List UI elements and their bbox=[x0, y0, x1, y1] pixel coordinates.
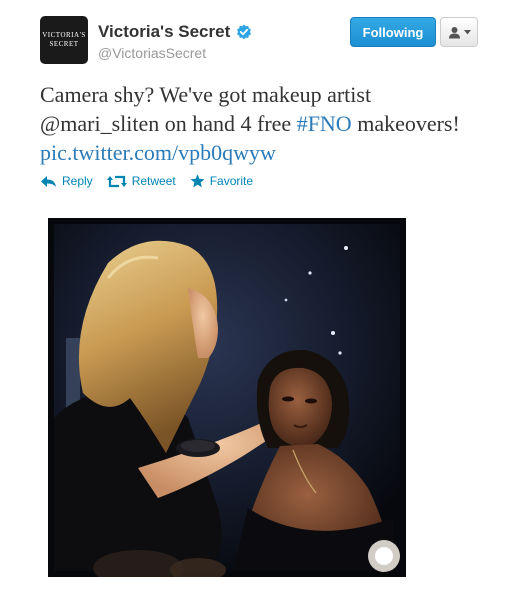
verified-badge-icon bbox=[237, 24, 252, 40]
chevron-down-icon bbox=[463, 29, 471, 34]
star-icon bbox=[190, 174, 205, 188]
avatar-logo-line-2: SECRET bbox=[49, 40, 79, 48]
reply-button[interactable]: Reply bbox=[40, 174, 93, 188]
avatar-logo-line-1: VICTORIA'S bbox=[42, 31, 86, 39]
user-handle[interactable]: @VictoriasSecret bbox=[98, 45, 206, 61]
user-icon bbox=[448, 26, 460, 38]
hashtag-link[interactable]: #FNO bbox=[297, 111, 352, 136]
retweet-label: Retweet bbox=[131, 174, 176, 188]
tweet-text: Camera shy? We've got makeup artist @mar… bbox=[40, 80, 480, 167]
tweet-photo[interactable] bbox=[48, 218, 406, 577]
avatar[interactable]: VICTORIA'S SECRET bbox=[40, 16, 88, 64]
retweet-button[interactable]: Retweet bbox=[106, 174, 176, 188]
reply-icon bbox=[41, 175, 56, 187]
tweet-actions: Reply Retweet Favorite bbox=[40, 174, 253, 188]
favorite-button[interactable]: Favorite bbox=[190, 174, 253, 188]
media-link[interactable]: pic.twitter.com/vpb0qwyw bbox=[40, 140, 276, 165]
reply-label: Reply bbox=[62, 174, 93, 188]
retweet-icon bbox=[106, 175, 127, 187]
user-name[interactable]: Victoria's Secret bbox=[98, 22, 252, 42]
following-button[interactable]: Following bbox=[350, 17, 436, 47]
favorite-label: Favorite bbox=[209, 174, 254, 188]
tweet-text-part-2: makeovers! bbox=[351, 111, 460, 136]
user-actions-button[interactable] bbox=[440, 17, 478, 47]
user-name-text[interactable]: Victoria's Secret bbox=[98, 22, 230, 42]
